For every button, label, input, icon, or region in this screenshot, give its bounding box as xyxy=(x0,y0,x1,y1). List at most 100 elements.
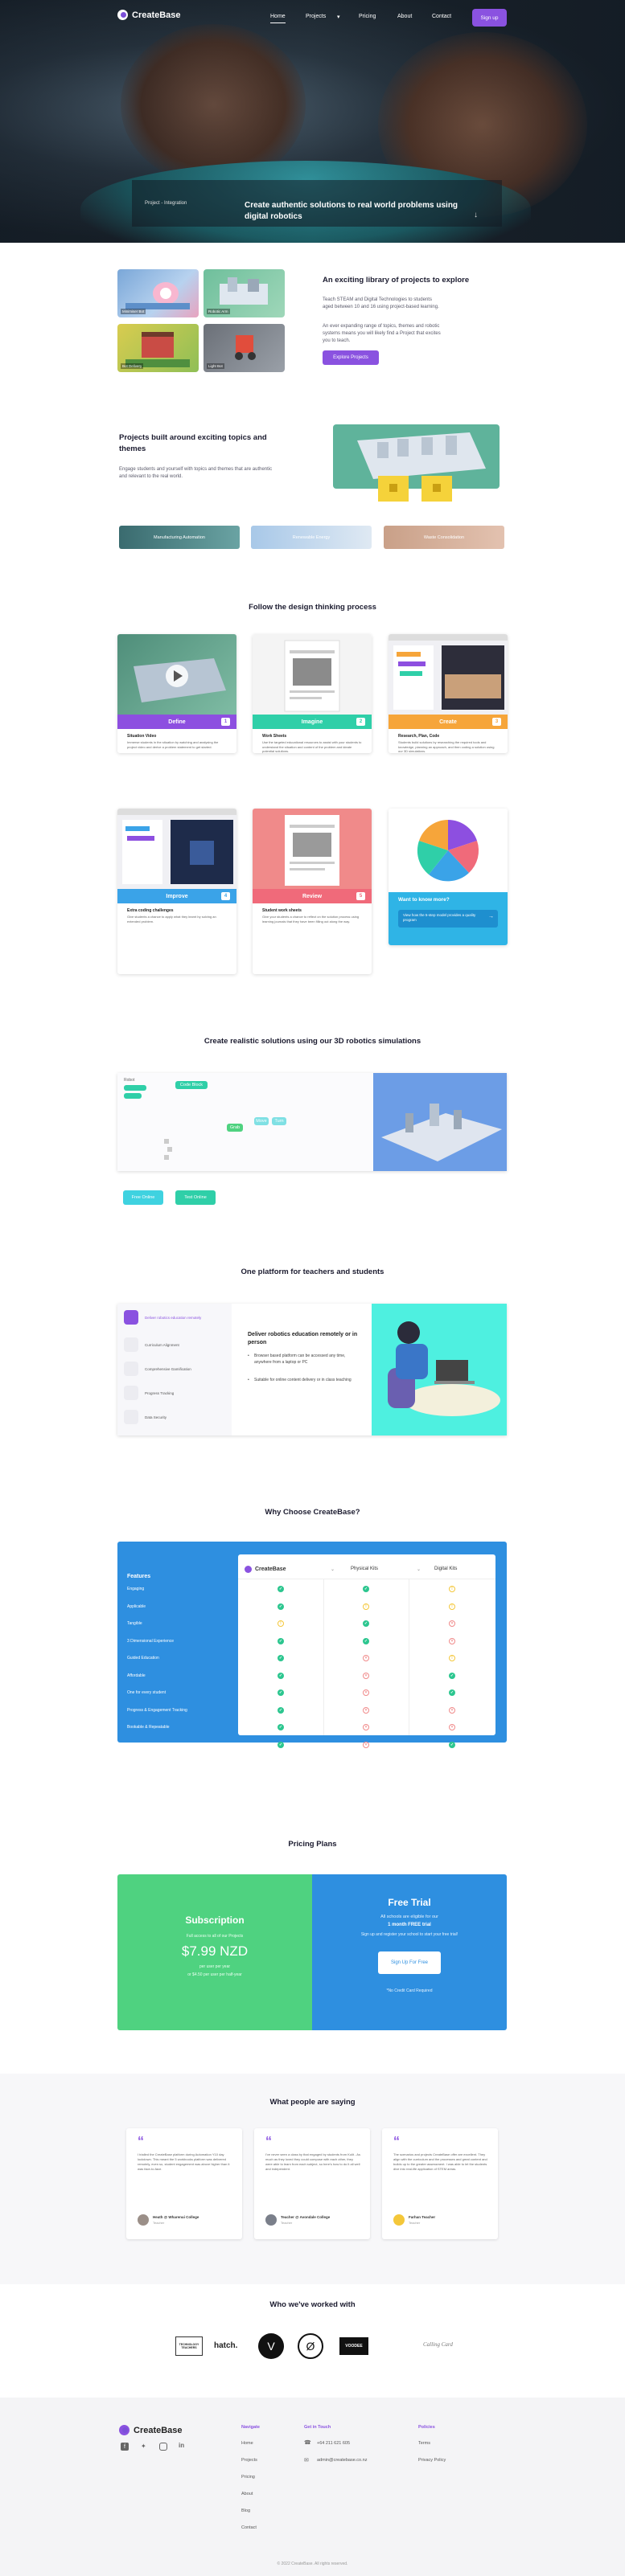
avatar xyxy=(393,2214,405,2226)
platform-feature[interactable]: Progress Tracking xyxy=(124,1386,174,1400)
facebook-icon[interactable]: f xyxy=(121,2443,129,2451)
feature-row-label: Applicable xyxy=(127,1603,146,1609)
mail-icon: ✉ xyxy=(304,2458,309,2463)
footer-link[interactable]: Privacy Policy xyxy=(418,2458,446,2463)
subscription-title: Subscription xyxy=(185,1915,245,1926)
step-image xyxy=(253,809,372,889)
subscription-plan: Subscription Full access to all of our P… xyxy=(117,1874,312,2030)
signup-free-button[interactable]: Sign Up For Free xyxy=(378,1951,441,1974)
partner-logo: Ø xyxy=(298,2333,323,2359)
step-image xyxy=(253,634,372,715)
footer-link[interactable]: Contact xyxy=(241,2525,257,2530)
nav-pricing[interactable]: Pricing xyxy=(359,14,376,19)
step-image xyxy=(117,634,236,715)
trial-line2: 1 month FREE trial xyxy=(388,1923,431,1927)
feature-row-label: Tangible xyxy=(127,1621,142,1626)
footer-link[interactable]: Blog xyxy=(241,2508,250,2513)
chevron-down-icon[interactable]: ▾ xyxy=(337,14,340,20)
step-desc: Immerse students in the situation by wat… xyxy=(127,740,219,749)
step-image xyxy=(389,634,508,715)
feature-row-label: Not limited by physical constraints xyxy=(127,1742,188,1747)
cta-image xyxy=(389,809,508,892)
chevron-down-icon[interactable]: ⌄ xyxy=(417,1566,421,1572)
subscription-line3: or $4.50 per user per half-year xyxy=(187,1972,242,1977)
platform-feature[interactable]: Data Security xyxy=(124,1410,167,1424)
project-tile[interactable]: Bot Delivery xyxy=(117,324,199,372)
subscription-price: $7.99 NZD xyxy=(181,1943,249,1959)
logo-icon xyxy=(117,10,128,20)
brand-logo[interactable]: CreateBase xyxy=(117,10,181,20)
feature-row-label: One for every student xyxy=(127,1690,167,1695)
platform-feature[interactable]: Comprehensive Gamification xyxy=(124,1362,191,1376)
footer-nav-heading: Navigate xyxy=(241,2425,260,2430)
instagram-icon[interactable] xyxy=(159,2443,167,2451)
topic-tag-waste[interactable]: Waste Consolidation xyxy=(384,526,504,549)
project-tile[interactable]: Minimiser Bot xyxy=(117,269,199,317)
free-online-button[interactable]: Free Online xyxy=(123,1190,163,1205)
code-block[interactable]: Turn xyxy=(272,1117,286,1125)
step-desc: Use the targeted educational resources t… xyxy=(262,740,362,753)
project-tile[interactable]: Light Bot xyxy=(204,324,285,372)
column-physical: Physical Kits xyxy=(351,1566,379,1571)
arrow-down-icon[interactable]: ↓ xyxy=(474,211,478,219)
footer-contact-heading: Get in Touch xyxy=(304,2425,331,2430)
nav-about[interactable]: About xyxy=(397,14,412,19)
footer-link[interactable]: Home xyxy=(241,2441,253,2446)
step-card-cta[interactable]: Want to know more? View how the 5-step m… xyxy=(389,809,508,945)
topic-tag-renewable[interactable]: Renewable Energy xyxy=(251,526,372,549)
check-icon: ✓ xyxy=(278,1672,284,1679)
platform-bullet: • Browser based platform can be accessed … xyxy=(248,1354,346,1365)
footer-link[interactable]: About xyxy=(241,2492,253,2496)
cross-icon: × xyxy=(363,1672,369,1679)
testimonial-name: Farhan Teacher xyxy=(409,2215,436,2219)
step-card-improve[interactable]: Improve 4 Extra coding challenges Give s… xyxy=(117,809,236,974)
linkedin-icon[interactable]: in xyxy=(179,2442,184,2449)
trial-title: Free Trial xyxy=(388,1897,431,1908)
footer: CreateBase f ✦ in Navigate Home Projects… xyxy=(0,2398,625,2576)
signup-button[interactable]: Sign up xyxy=(472,9,507,27)
step-title: Work Sheets xyxy=(262,734,287,739)
cta-button[interactable]: View how the 5-step model provides a qua… xyxy=(398,910,498,928)
testimonial-role: Teacher xyxy=(153,2221,165,2225)
footer-email[interactable]: admin@createbase.co.nz xyxy=(317,2458,367,2463)
3d-simulation-view[interactable] xyxy=(373,1073,507,1171)
avatar xyxy=(265,2214,277,2226)
feature-icon xyxy=(124,1410,138,1424)
platform-feature-active[interactable]: Deliver robotics education remotely xyxy=(124,1310,201,1325)
test-online-button[interactable]: Test Online xyxy=(175,1190,216,1205)
step-card-review[interactable]: Review 5 Student work sheets Give your s… xyxy=(253,809,372,974)
step-card-imagine[interactable]: Imagine 2 Work Sheets Use the targeted e… xyxy=(253,634,372,753)
code-block-start[interactable]: Code Block xyxy=(175,1081,208,1089)
step-card-create[interactable]: Create 3 Research, Plan, Code Students b… xyxy=(389,634,508,753)
cross-icon: × xyxy=(363,1706,369,1714)
nav-home[interactable]: Home xyxy=(270,14,286,23)
feature-row-label: Guided Education xyxy=(127,1656,159,1661)
testimonial-text: The scenarios and projects CreateBase of… xyxy=(393,2152,487,2171)
platform-feature[interactable]: Curriculum Alignment xyxy=(124,1337,179,1352)
cross-icon: × xyxy=(449,1620,455,1627)
feature-row-label: 3 Dimensional Experience xyxy=(127,1638,175,1644)
code-block[interactable]: Move xyxy=(254,1117,269,1125)
topic-tag-manufacturing[interactable]: Manufacturing Automation xyxy=(119,526,240,549)
footer-link[interactable]: Terms xyxy=(418,2441,430,2446)
footer-brand[interactable]: CreateBase xyxy=(119,2425,183,2435)
chevron-down-icon[interactable]: ⌄ xyxy=(331,1566,335,1572)
quote-icon: “ xyxy=(393,2135,400,2148)
nav-projects[interactable]: Projects xyxy=(306,14,326,19)
code-block[interactable]: Grab xyxy=(227,1124,243,1132)
project-tile[interactable]: Robotic Arm xyxy=(204,269,285,317)
testimonial-text: I trialled the CreateBase platform durin… xyxy=(138,2152,230,2171)
explore-projects-button[interactable]: Explore Projects xyxy=(323,350,379,365)
hero-tag: Project - Integration xyxy=(145,201,187,206)
nav-contact[interactable]: Contact xyxy=(432,14,451,19)
footer-link[interactable]: Projects xyxy=(241,2458,257,2463)
footer-link[interactable]: Pricing xyxy=(241,2475,255,2480)
footer-phone[interactable]: +64 211 621 605 xyxy=(317,2441,350,2446)
warning-icon: ! xyxy=(278,1620,284,1627)
platform-bullet: • Suitable for online content delivery or… xyxy=(248,1378,352,1382)
twitter-icon[interactable]: ✦ xyxy=(141,2443,146,2450)
step-card-define[interactable]: Define 1 Situation Video Immerse student… xyxy=(117,634,236,753)
feature-icon xyxy=(124,1362,138,1376)
step-number: 5 xyxy=(356,892,365,900)
testimonial-role: Teacher xyxy=(281,2221,293,2225)
